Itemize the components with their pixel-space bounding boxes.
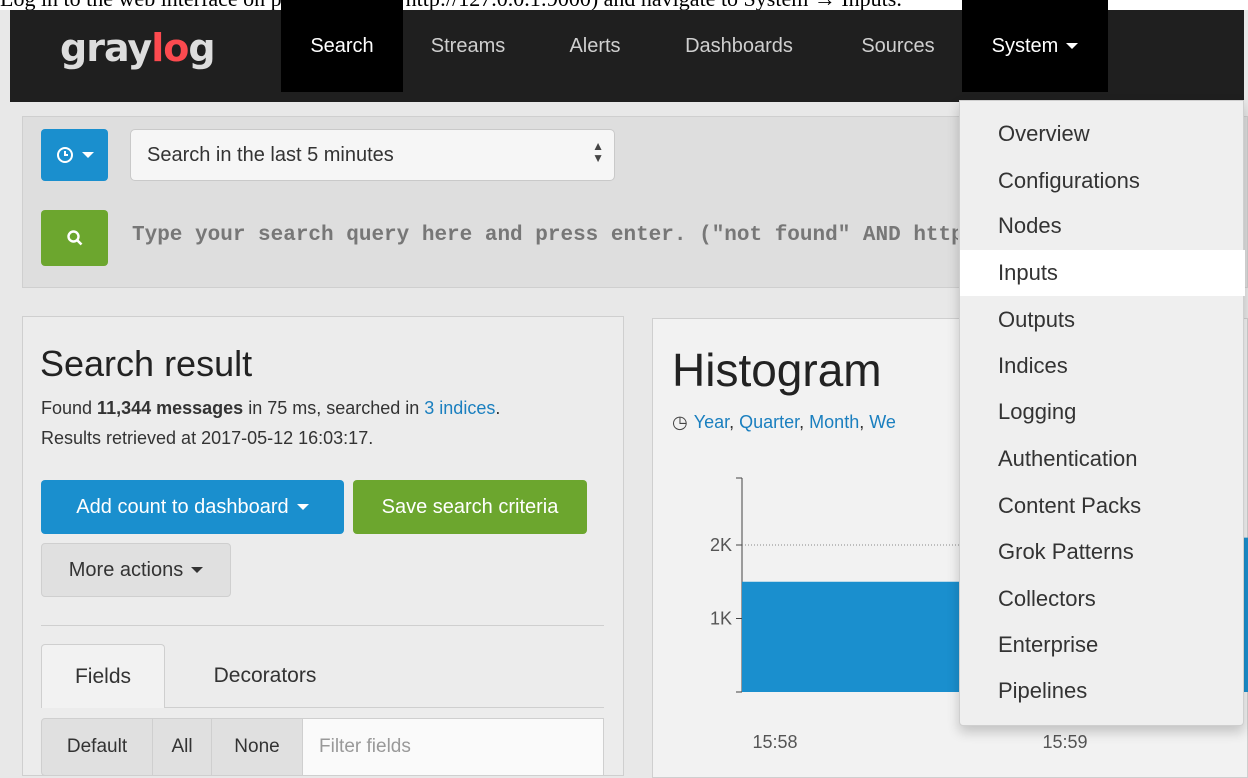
chevron-down-icon bbox=[1066, 43, 1079, 49]
search-button[interactable] bbox=[41, 210, 108, 266]
filter-placeholder: Filter fields bbox=[319, 736, 411, 757]
menu-item-enterprise[interactable]: Enterprise bbox=[960, 622, 1245, 668]
fields-none-button[interactable]: None bbox=[211, 718, 303, 776]
tab-fields[interactable]: Fields bbox=[41, 644, 165, 708]
time-range-type-button[interactable] bbox=[41, 129, 108, 181]
indices-link[interactable]: 3 indices bbox=[424, 398, 495, 418]
resolution-week-link[interactable]: We bbox=[869, 412, 896, 432]
nav-sources[interactable]: Sources bbox=[838, 0, 958, 92]
nav-dashboards-label: Dashboards bbox=[685, 34, 793, 57]
clock-icon bbox=[56, 147, 73, 163]
summary-mid: in 75 ms, searched in bbox=[243, 398, 425, 418]
clock-icon: ◷ bbox=[672, 412, 688, 432]
search-result-title: Search result bbox=[40, 343, 253, 384]
nav-system-label: System bbox=[991, 34, 1059, 57]
system-dropdown-menu: Overview Configurations Nodes Inputs Outputs… bbox=[959, 100, 1245, 726]
time-range-value: Search in the last 5 minutes bbox=[147, 143, 394, 166]
logo-text-lo: lo bbox=[151, 26, 189, 70]
tab-decorators[interactable]: Decorators bbox=[165, 644, 365, 708]
logo-text-gray: gray bbox=[60, 26, 152, 70]
menu-item-configurations[interactable]: Configurations bbox=[960, 158, 1245, 204]
histogram-resolution-links: ◷ Year, Quarter, Month, We bbox=[672, 412, 896, 432]
y-tick-label: 1K bbox=[710, 609, 732, 629]
search-query-input[interactable]: Type your search query here and press en… bbox=[132, 224, 958, 247]
menu-item-overview[interactable]: Overview bbox=[960, 111, 1245, 157]
nav-streams[interactable]: Streams bbox=[408, 0, 528, 92]
all-label: All bbox=[171, 736, 193, 757]
logo-text-g: g bbox=[188, 26, 215, 70]
summary-prefix: Found bbox=[41, 398, 98, 418]
histogram-bar bbox=[742, 581, 960, 692]
fields-default-button[interactable]: Default bbox=[41, 718, 153, 776]
y-tick-label: 2K bbox=[710, 535, 732, 555]
histogram-title: Histogram bbox=[672, 344, 882, 396]
menu-item-grok-patterns[interactable]: Grok Patterns bbox=[960, 529, 1245, 575]
nav-search-label: Search bbox=[310, 34, 374, 57]
default-label: Default bbox=[66, 736, 128, 757]
nav-system[interactable]: System bbox=[962, 0, 1108, 92]
nav-search[interactable]: Search bbox=[281, 0, 403, 92]
nav-alerts[interactable]: Alerts bbox=[550, 0, 640, 92]
nav-alerts-label: Alerts bbox=[569, 34, 621, 57]
menu-item-collectors[interactable]: Collectors bbox=[960, 576, 1245, 622]
time-range-select[interactable]: Search in the last 5 minutes ▲ ▼ bbox=[130, 129, 615, 181]
menu-item-logging[interactable]: Logging bbox=[960, 389, 1245, 435]
none-label: None bbox=[234, 736, 280, 757]
resolution-year-link[interactable]: Year bbox=[694, 412, 729, 432]
chevron-down-icon bbox=[191, 567, 204, 573]
resolution-month-link[interactable]: Month bbox=[809, 412, 859, 432]
tab-border bbox=[165, 707, 604, 708]
more-actions-button[interactable]: More actions bbox=[41, 543, 231, 597]
search-icon bbox=[66, 230, 82, 246]
fields-all-button[interactable]: All bbox=[152, 718, 212, 776]
x-tick-label: 15:59 bbox=[1042, 732, 1087, 752]
save-criteria-label: Save search criteria bbox=[381, 495, 559, 518]
menu-item-pipelines[interactable]: Pipelines bbox=[960, 668, 1245, 714]
tab-fields-label: Fields bbox=[74, 664, 132, 688]
nav-streams-label: Streams bbox=[430, 34, 506, 57]
x-tick-label: 15:58 bbox=[752, 732, 797, 752]
divider bbox=[41, 625, 604, 626]
nav-dashboards[interactable]: Dashboards bbox=[664, 0, 814, 92]
summary-end: . bbox=[495, 398, 501, 418]
menu-item-authentication[interactable]: Authentication bbox=[960, 436, 1245, 482]
chevron-down-icon bbox=[81, 152, 94, 158]
graylog-logo[interactable]: graylog bbox=[60, 26, 216, 70]
menu-item-nodes[interactable]: Nodes bbox=[960, 203, 1245, 249]
filter-fields-input[interactable]: Filter fields bbox=[302, 718, 604, 776]
add-count-label: Add count to dashboard bbox=[76, 495, 289, 518]
nav-sources-label: Sources bbox=[861, 34, 935, 57]
tab-decorators-label: Decorators bbox=[213, 664, 317, 687]
results-retrieved-time: Results retrieved at 2017-05-12 16:03:17… bbox=[41, 428, 374, 448]
save-search-criteria-button[interactable]: Save search criteria bbox=[353, 480, 587, 534]
result-summary: Found 11,344 messages in 75 ms, searched… bbox=[41, 398, 500, 419]
message-count: 11,344 messages bbox=[97, 398, 244, 418]
select-arrows-icon: ▲ ▼ bbox=[592, 139, 604, 165]
menu-item-inputs[interactable]: Inputs bbox=[960, 250, 1245, 296]
add-count-to-dashboard-button[interactable]: Add count to dashboard bbox=[41, 480, 344, 534]
chevron-down-icon bbox=[296, 504, 309, 510]
resolution-quarter-link[interactable]: Quarter bbox=[739, 412, 799, 432]
menu-item-outputs[interactable]: Outputs bbox=[960, 297, 1245, 343]
menu-item-indices[interactable]: Indices bbox=[960, 343, 1245, 389]
more-actions-label: More actions bbox=[68, 558, 184, 581]
menu-item-content-packs[interactable]: Content Packs bbox=[960, 483, 1245, 529]
